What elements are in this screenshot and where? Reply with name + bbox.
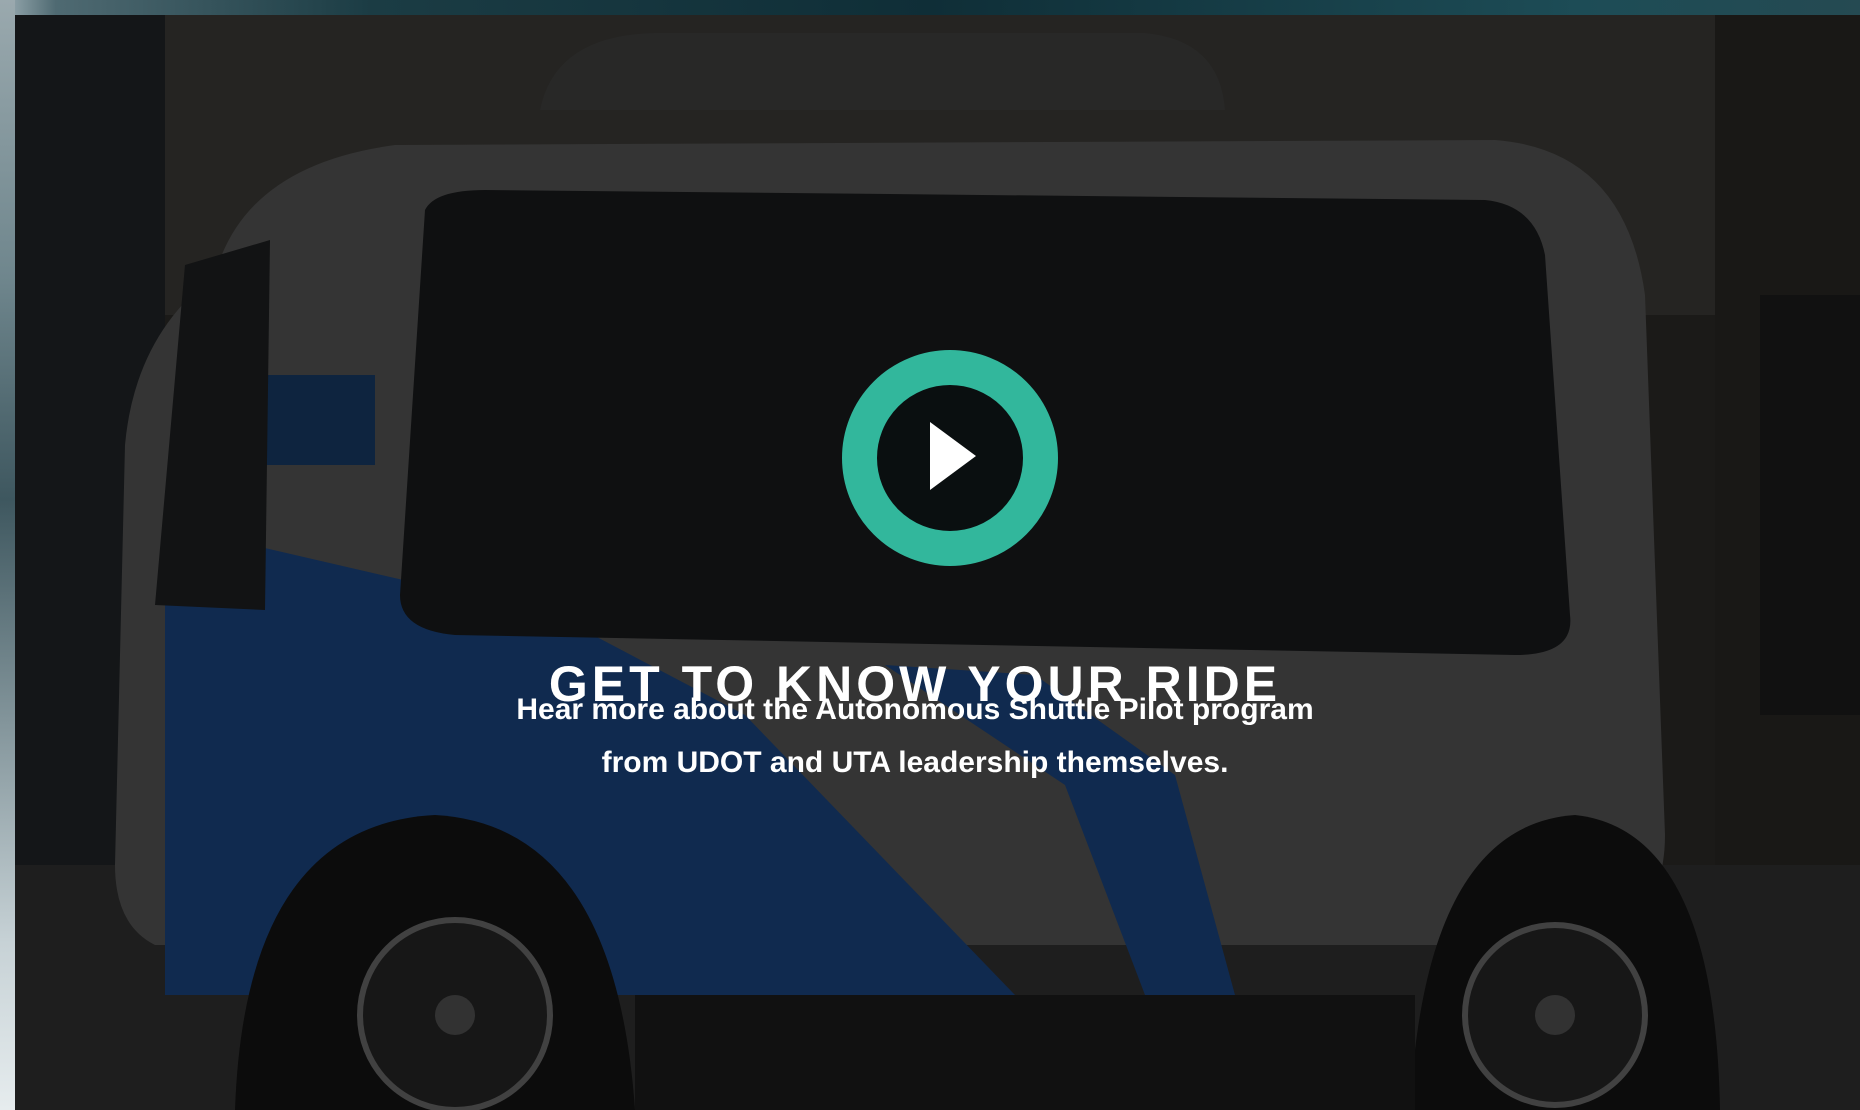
- hero-description-line-1: Hear more about the Autonomous Shuttle P…: [516, 693, 1314, 726]
- video-hero[interactable]: [15, 15, 1860, 1110]
- hero-description-line-2: from UDOT and UTA leadership themselves.: [601, 746, 1229, 779]
- play-video-button[interactable]: [842, 350, 1058, 566]
- play-icon: [930, 422, 976, 490]
- left-edge-strip: [0, 0, 15, 1110]
